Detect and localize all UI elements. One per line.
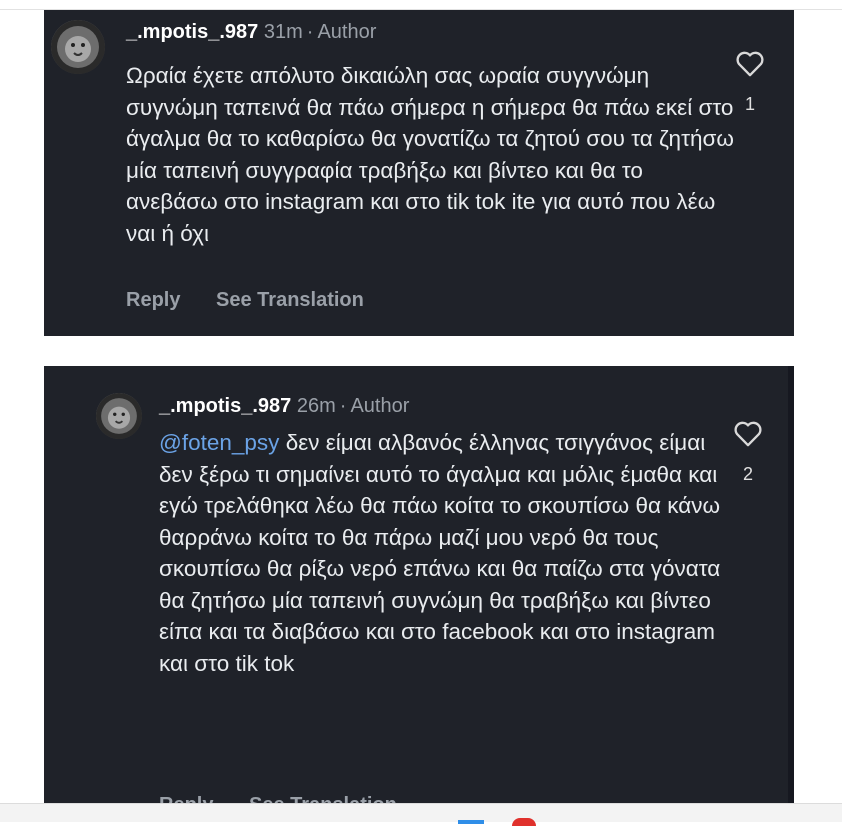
- avatar[interactable]: [96, 393, 142, 439]
- comment-body: Ωραία έχετε απόλυτο δικαιώλη σας ωραία σ…: [126, 63, 734, 246]
- heart-outline-icon: [736, 51, 764, 77]
- like-button[interactable]: 1: [728, 50, 772, 115]
- mention-link[interactable]: @foten_psy: [159, 430, 279, 455]
- comment-card-1: _.mpotis_.987 31m · Author Ωραία έχετε από…: [44, 10, 794, 336]
- heart-outline-icon: [734, 421, 762, 447]
- like-count: 1: [744, 94, 755, 114]
- comment-text: @foten_psy δεν είμαι αλβανός έλληνας τσι…: [159, 427, 729, 679]
- browser-icon[interactable]: [512, 818, 536, 826]
- comment-actions: Reply See Translation: [126, 289, 394, 312]
- comment-time: 26m: [296, 395, 336, 417]
- reply-button[interactable]: Reply: [126, 289, 180, 311]
- comment-text: Ωραία έχετε απόλυτο δικαιώλη σας ωραία σ…: [126, 60, 736, 249]
- comment-time: 31m: [263, 21, 303, 43]
- username[interactable]: _.mpotis_.987: [159, 395, 291, 417]
- lion-avatar-icon: [96, 393, 142, 439]
- lion-avatar-icon: [51, 20, 105, 74]
- scrollbar-track: [788, 366, 794, 806]
- avatar[interactable]: [51, 20, 105, 74]
- comment-meta: _.mpotis_.987 26m · Author: [159, 395, 409, 418]
- author-badge: Author: [350, 395, 410, 417]
- comment-meta: _.mpotis_.987 31m · Author: [126, 21, 376, 44]
- like-button[interactable]: 2: [726, 420, 770, 485]
- separator-dot: ·: [306, 21, 314, 43]
- author-badge: Author: [317, 21, 377, 43]
- see-translation-button[interactable]: See Translation: [216, 289, 364, 311]
- comment-card-2: _.mpotis_.987 26m · Author @foten_psy δεν …: [44, 366, 794, 806]
- separator-dot: ·: [339, 395, 347, 417]
- username[interactable]: _.mpotis_.987: [126, 21, 258, 43]
- bottom-taskbar: [0, 803, 842, 826]
- like-count: 2: [742, 464, 753, 484]
- comment-body: δεν είμαι αλβανός έλληνας τσιγγάνος είμα…: [159, 430, 721, 676]
